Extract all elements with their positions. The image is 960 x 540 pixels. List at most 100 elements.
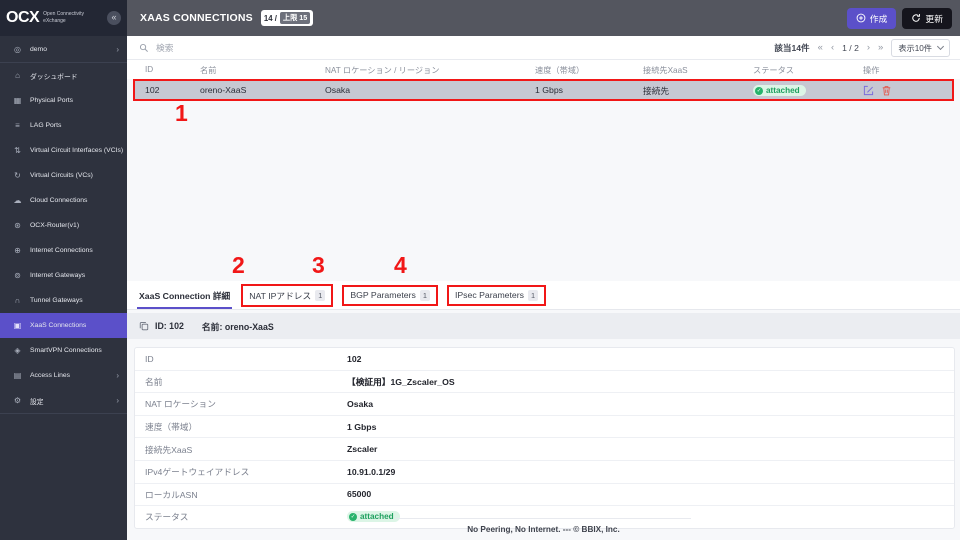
column-header-id: ID	[145, 65, 200, 74]
brand-tagline: Open Connectivity eXchange	[43, 11, 84, 25]
sidebar-item-internet-gateways[interactable]: ⊚ Internet Gateways	[0, 263, 127, 288]
column-header-xaas: 接続先XaaS	[643, 64, 753, 76]
user-icon: ◎	[12, 45, 23, 54]
tunnel-gateways-icon: ∩	[12, 296, 23, 305]
create-button[interactable]: 作成	[847, 8, 897, 29]
chevron-down-icon	[937, 43, 944, 50]
page-indicator: 1 / 2	[842, 43, 859, 53]
sidebar-item-label: Virtual Circuit Interfaces (VCIs)	[30, 147, 123, 154]
tab-ipsec-parameters[interactable]: IPsec Parameters 1	[449, 287, 544, 304]
sidebar-item-cloud-connections[interactable]: ☁ Cloud Connections	[0, 188, 127, 213]
column-header-status: ステータス	[753, 64, 863, 76]
lag-ports-icon: ≡	[12, 121, 23, 130]
page-header: XAAS CONNECTIONS 14 / 上限 15 作成 更新	[127, 0, 960, 36]
internet-connections-icon: ⊕	[12, 246, 23, 255]
sidebar-item-settings[interactable]: ⚙ 設定 ›	[0, 388, 127, 413]
sidebar-item-smartvpn-connections[interactable]: ◈ SmartVPN Connections	[0, 338, 127, 363]
sidebar-item-lag-ports[interactable]: ≡ LAG Ports	[0, 113, 127, 138]
check-icon: ✓	[755, 87, 763, 95]
refresh-icon	[911, 13, 921, 23]
router-icon: ⊛	[12, 221, 23, 230]
column-header-speed: 速度（帯域）	[535, 64, 643, 76]
first-page-icon[interactable]: «	[818, 42, 823, 53]
selected-record-bar: ID: 102 名前: oreno-XaaS	[127, 313, 960, 339]
tab-xaas-connection-detail[interactable]: XaaS Connection 詳細	[137, 282, 232, 309]
result-count: 該当14件	[774, 42, 809, 54]
list-toolbar: 該当14件 « ‹ 1 / 2 › » 表示10件	[127, 36, 960, 60]
sidebar-item-label: Physical Ports	[30, 97, 73, 104]
annotation-1: 1	[175, 100, 188, 127]
sidebar-item-label: 設定	[30, 396, 44, 406]
tab-count-badge: 1	[528, 290, 538, 301]
sidebar-item-vcis[interactable]: ⇅ Virtual Circuit Interfaces (VCIs)	[0, 138, 127, 163]
cell-nat-location: Osaka	[325, 85, 535, 95]
sidebar-item-label: OCX-Router(v1)	[30, 222, 79, 229]
pagination: 該当14件 « ‹ 1 / 2 › » 表示10件	[774, 39, 950, 57]
annotation-box-3: BGP Parameters 1	[342, 285, 438, 306]
sidebar-item-internet-connections[interactable]: ⊕ Internet Connections	[0, 238, 127, 263]
next-page-icon[interactable]: ›	[867, 42, 870, 53]
table-row[interactable]: 102 oreno-XaaS Osaka 1 Gbps 接続先 ✓ attach…	[133, 79, 954, 101]
column-header-name: 名前	[200, 64, 325, 76]
annotation-box-4: IPsec Parameters 1	[447, 285, 546, 306]
physical-ports-icon: ▦	[12, 96, 23, 105]
sidebar-item-label: Virtual Circuits (VCs)	[30, 172, 93, 179]
sidebar-item-label: SmartVPN Connections	[30, 347, 102, 354]
status-badge: ✓ attached	[347, 511, 400, 522]
sidebar-item-label: Tunnel Gateways	[30, 297, 83, 304]
column-header-nat-location: NAT ロケーション / リージョン	[325, 64, 535, 76]
search-input[interactable]	[154, 42, 278, 54]
sidebar-item-tunnel-gateways[interactable]: ∩ Tunnel Gateways	[0, 288, 127, 313]
sidebar-item-demo[interactable]: ◎ demo ›	[0, 36, 127, 62]
sidebar: OCX Open Connectivity eXchange « ◎ demo …	[0, 0, 127, 540]
last-page-icon[interactable]: »	[878, 42, 883, 53]
sidebar-item-xaas-connections[interactable]: ▣ XaaS Connections	[0, 313, 127, 338]
refresh-button[interactable]: 更新	[902, 8, 952, 29]
page-size-select[interactable]: 表示10件	[891, 39, 950, 57]
sidebar-item-access-lines[interactable]: ▤ Access Lines ›	[0, 363, 127, 388]
vci-icon: ⇅	[12, 146, 23, 155]
detail-row-speed: 速度（帯域） 1 Gbps	[135, 416, 954, 439]
sidebar-item-vcs[interactable]: ↻ Virtual Circuits (VCs)	[0, 163, 127, 188]
tab-count-badge: 1	[315, 290, 325, 301]
context-id: ID: 102	[155, 321, 184, 331]
annotation-3: 3	[312, 252, 325, 279]
vc-icon: ↻	[12, 171, 23, 180]
annotation-2: 2	[232, 252, 245, 279]
page-title: XAAS CONNECTIONS	[140, 12, 253, 24]
annotation-box-2: NAT IPアドレス 1	[241, 284, 333, 307]
edit-icon[interactable]	[863, 85, 874, 96]
column-header-actions: 操作	[863, 64, 960, 76]
sidebar-item-label: Cloud Connections	[30, 197, 87, 204]
main-content: 該当14件 « ‹ 1 / 2 › » 表示10件 ID 名前 NAT ロケーシ…	[127, 36, 960, 540]
detail-row-ipv4-gateway: IPv4ゲートウェイアドレス 10.91.0.1/29	[135, 461, 954, 484]
copy-icon	[139, 321, 149, 331]
sidebar-item-label: ダッシュボード	[30, 71, 78, 81]
delete-icon[interactable]	[881, 85, 892, 96]
status-badge: ✓ attached	[753, 85, 806, 96]
sidebar-item-label: Access Lines	[30, 372, 70, 379]
footer-divider	[395, 518, 691, 519]
tab-nat-ip-address[interactable]: NAT IPアドレス 1	[243, 286, 331, 305]
search-box	[139, 42, 278, 54]
sidebar-item-dashboard[interactable]: ⌂ ダッシュボード	[0, 63, 127, 88]
cell-status: ✓ attached	[753, 84, 863, 97]
xaas-connections-icon: ▣	[12, 321, 23, 330]
search-icon	[139, 43, 149, 53]
cloud-icon: ☁	[12, 196, 23, 205]
prev-page-icon[interactable]: ‹	[831, 42, 834, 53]
detail-row-id: ID 102	[135, 348, 954, 371]
sidebar-item-ocx-router[interactable]: ⊛ OCX-Router(v1)	[0, 213, 127, 238]
sidebar-item-physical-ports[interactable]: ▦ Physical Ports	[0, 88, 127, 113]
context-name: 名前: oreno-XaaS	[202, 320, 274, 333]
brand-logo: OCX	[6, 9, 39, 27]
tab-bgp-parameters[interactable]: BGP Parameters 1	[344, 287, 436, 304]
check-icon: ✓	[349, 513, 357, 521]
sidebar-collapse-icon[interactable]: «	[107, 11, 121, 25]
smartvpn-icon: ◈	[12, 346, 23, 355]
cell-speed: 1 Gbps	[535, 85, 643, 95]
app-window: OCX Open Connectivity eXchange « ◎ demo …	[0, 0, 960, 540]
settings-icon: ⚙	[12, 396, 23, 405]
footer-text: No Peering, No Internet. --- © BBIX, Inc…	[127, 525, 960, 534]
cell-id: 102	[145, 85, 200, 95]
